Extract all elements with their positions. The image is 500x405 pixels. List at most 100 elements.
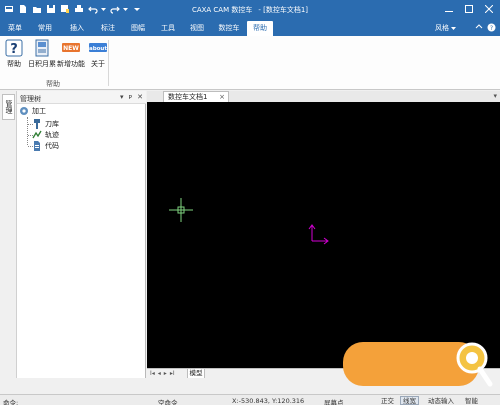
open-folder-icon[interactable] bbox=[31, 3, 42, 14]
panel-close-icon[interactable]: ✕ bbox=[137, 93, 143, 101]
tab-right-icons: ? bbox=[474, 22, 496, 32]
help-question-icon: ? bbox=[5, 39, 23, 57]
help-circle-icon[interactable]: ? bbox=[487, 22, 496, 32]
next-layout-icon[interactable]: ▸ bbox=[164, 370, 167, 377]
pin-icon[interactable]: ᴘ bbox=[128, 93, 132, 101]
code-file-icon bbox=[34, 141, 40, 151]
tab-common[interactable]: 常用 bbox=[32, 21, 58, 36]
first-layout-icon[interactable]: I◂ bbox=[150, 370, 155, 377]
layout-nav: I◂ ◂ ▸ ▸I bbox=[150, 370, 175, 377]
toolpath-icon bbox=[32, 130, 42, 139]
print-icon[interactable] bbox=[73, 3, 84, 14]
tree-node-code[interactable]: 代码 bbox=[32, 141, 59, 151]
save-as-icon[interactable] bbox=[59, 3, 70, 14]
style-selector[interactable]: 风格 bbox=[435, 23, 456, 33]
customize-qat-icon[interactable] bbox=[131, 3, 142, 14]
tree-node-toolpath[interactable]: 轨迹 bbox=[32, 130, 59, 140]
help-button[interactable]: ? 帮助 bbox=[5, 39, 23, 69]
about-label: 关于 bbox=[91, 60, 105, 68]
document-tab-bar: 数控车文档1 × ▾ bbox=[147, 91, 500, 102]
tab-insert[interactable]: 插入 bbox=[63, 21, 91, 36]
tree-node-label: 轨迹 bbox=[45, 131, 59, 139]
ribbon-group-separator bbox=[108, 40, 109, 86]
tree-node-tool-library[interactable]: 刀库 bbox=[32, 119, 59, 129]
tree-node-label: 加工 bbox=[32, 107, 46, 115]
close-button[interactable] bbox=[480, 2, 498, 16]
about-button[interactable]: about 关于 bbox=[89, 39, 107, 69]
panel-dropdown-icon[interactable]: ▾ bbox=[120, 93, 124, 101]
smart-snap-toggle[interactable]: 智能 bbox=[462, 396, 481, 405]
document-tab-label: 数控车文档1 bbox=[168, 93, 208, 101]
new-file-icon[interactable] bbox=[17, 3, 28, 14]
tree-connector bbox=[27, 117, 28, 145]
manager-header-icons: ▾ ᴘ ✕ bbox=[120, 93, 143, 101]
command-prompt: 命令: bbox=[3, 399, 19, 405]
daily-tips-label: 日积月累 bbox=[28, 60, 56, 68]
new-features-label: 新增功能 bbox=[57, 60, 85, 68]
null-command-status: 空命令 bbox=[158, 399, 178, 405]
title-bar: CAXA CAM 数控车 - [数控车文档1] bbox=[0, 0, 500, 19]
canvas-graphics bbox=[169, 198, 329, 245]
help-group-label: 帮助 bbox=[46, 80, 60, 88]
tab-cnc-lathe[interactable]: 数控车 bbox=[213, 21, 245, 36]
tab-drawing-frame[interactable]: 图幅 bbox=[125, 21, 151, 36]
tab-annotate[interactable]: 标注 bbox=[95, 21, 121, 36]
coordinate-axis-icon bbox=[308, 224, 329, 245]
app-logo-icon[interactable] bbox=[3, 3, 14, 14]
undo-dropdown-icon[interactable] bbox=[101, 3, 106, 14]
document-tab[interactable]: 数控车文档1 × bbox=[163, 91, 229, 102]
save-icon[interactable] bbox=[45, 3, 56, 14]
undo-icon[interactable] bbox=[87, 3, 98, 14]
ribbon-minimize-icon[interactable] bbox=[474, 22, 483, 32]
dynamic-input-toggle[interactable]: 动态输入 bbox=[425, 396, 457, 405]
about-badge-icon: about bbox=[89, 43, 107, 52]
drawing-canvas[interactable] bbox=[147, 102, 500, 368]
ortho-toggle[interactable]: 正交 bbox=[378, 396, 397, 405]
status-bar: 命令: 空命令 X:-530.843, Y:120.316 屏幕点 正交 线宽 … bbox=[0, 394, 500, 405]
new-features-button[interactable]: NEW 新增功能 bbox=[57, 39, 85, 69]
new-badge-icon: NEW bbox=[62, 43, 80, 52]
svg-text:?: ? bbox=[490, 25, 493, 32]
ribbon-panel: ? 帮助 日积月累 NEW 新增功能 about 关于 帮助 bbox=[0, 36, 500, 90]
ribbon-tab-bar: 菜单 常用 插入 标注 图幅 工具 视图 数控车 帮助 风格 ? bbox=[0, 19, 500, 36]
maximize-button[interactable] bbox=[460, 2, 478, 16]
crosshair-cursor-icon bbox=[169, 198, 193, 222]
tree-node-label: 代码 bbox=[45, 142, 59, 150]
document-title: - [数控车文档1] bbox=[258, 6, 309, 14]
redo-dropdown-icon[interactable] bbox=[123, 3, 128, 14]
machining-gear-icon bbox=[20, 107, 28, 115]
manager-header: 管理树 ▾ ᴘ ✕ bbox=[17, 91, 146, 104]
svg-text:?: ? bbox=[10, 42, 18, 57]
manager-title: 管理树 bbox=[20, 95, 41, 103]
manager-side-strip: 管理 bbox=[0, 91, 17, 378]
quick-access-toolbar bbox=[3, 3, 142, 14]
close-tab-icon[interactable]: × bbox=[219, 92, 225, 102]
manager-panel: 管理 管理树 ▾ ᴘ ✕ 加工 刀库 轨迹 代码 bbox=[0, 91, 146, 378]
help-button-label: 帮助 bbox=[7, 60, 21, 68]
document-list-dropdown-icon[interactable]: ▾ bbox=[493, 92, 497, 100]
window-controls bbox=[440, 2, 498, 16]
tool-library-icon bbox=[34, 119, 40, 129]
style-label: 风格 bbox=[435, 24, 449, 32]
lineweight-toggle[interactable]: 线宽 bbox=[400, 396, 419, 405]
cursor-coordinates: X:-530.843, Y:120.316 bbox=[232, 397, 305, 405]
about-badge-text: about bbox=[89, 46, 107, 52]
redo-icon[interactable] bbox=[109, 3, 120, 14]
manager-side-tab[interactable]: 管理 bbox=[2, 94, 15, 120]
prev-layout-icon[interactable]: ◂ bbox=[158, 370, 161, 377]
snap-mode[interactable]: 屏幕点 bbox=[324, 397, 344, 405]
tab-help[interactable]: 帮助 bbox=[247, 21, 273, 36]
tab-view[interactable]: 视图 bbox=[184, 21, 210, 36]
daily-tips-button[interactable]: 日积月累 bbox=[28, 39, 56, 69]
book-tips-icon bbox=[35, 39, 49, 57]
last-layout-icon[interactable]: ▸I bbox=[170, 370, 175, 377]
tree-node-machining[interactable]: 加工 bbox=[19, 106, 46, 116]
chevron-down-icon bbox=[451, 26, 456, 30]
app-title: CAXA CAM 数控车 bbox=[191, 6, 253, 14]
site-watermark-logo bbox=[343, 342, 493, 387]
minimize-button[interactable] bbox=[440, 2, 458, 16]
tab-tools[interactable]: 工具 bbox=[155, 21, 181, 36]
tree-node-label: 刀库 bbox=[45, 120, 59, 128]
tab-menu[interactable]: 菜单 bbox=[2, 21, 28, 36]
new-badge-text: NEW bbox=[63, 45, 79, 52]
